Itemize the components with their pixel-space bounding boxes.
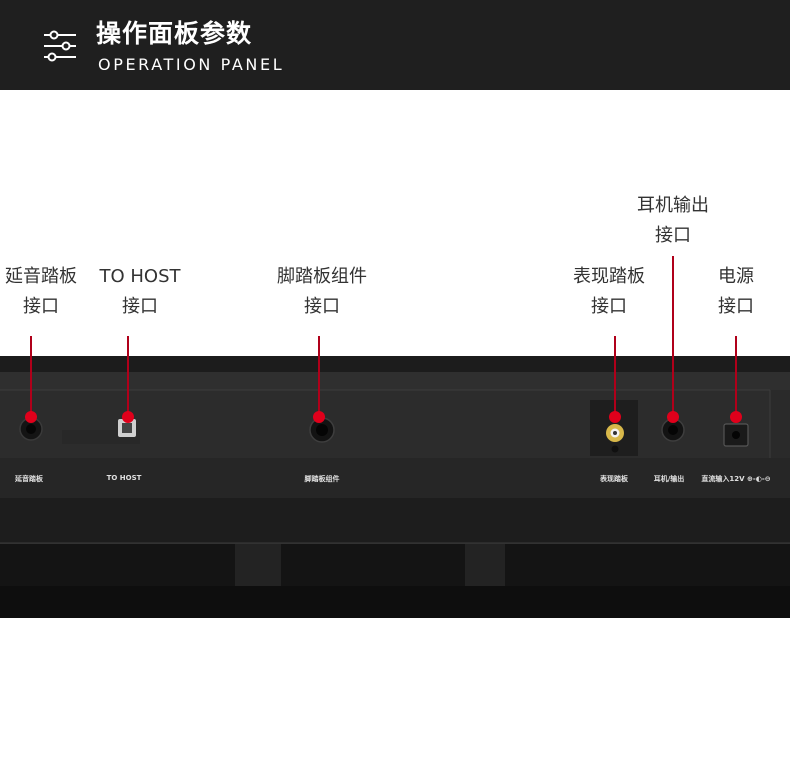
dc-power-jack bbox=[723, 423, 749, 447]
callout-pedalunit: 脚踏板组件 接口 bbox=[277, 262, 367, 322]
callout-expression-line1: 表现踏板 bbox=[573, 266, 645, 287]
callout-tohost-line2: 接口 bbox=[121, 296, 158, 317]
callout-tohost-line1: TO HOST bbox=[99, 266, 181, 287]
operation-panel-photo bbox=[0, 256, 790, 618]
callout-pedalunit-line1: 脚踏板组件 bbox=[277, 266, 367, 287]
callout-tohost: TO HOST 接口 bbox=[99, 262, 180, 322]
callout-power-line1: 电源 bbox=[718, 266, 754, 287]
panel-label-expression: 表现踏板 bbox=[600, 475, 628, 483]
callout-expression-line2: 接口 bbox=[591, 296, 627, 317]
callout-pedalunit-line2: 接口 bbox=[304, 296, 340, 317]
panel-label-tohost: TO HOST bbox=[106, 474, 142, 482]
panel-label-sustain: 延音踏板 bbox=[15, 475, 43, 483]
panel-label-headphone: 耳机/输出 bbox=[653, 475, 685, 483]
callout-headphone: 耳机输出 接口 bbox=[637, 191, 709, 251]
callout-headphone-line2: 接口 bbox=[655, 225, 691, 246]
panel-label-power: 直流输入12V ⊕-◐-⊖ bbox=[701, 475, 771, 483]
callout-headphone-line1: 耳机输出 bbox=[637, 195, 709, 216]
callout-sustain-line1: 延音踏板 bbox=[5, 266, 77, 287]
callout-expression: 表现踏板 接口 bbox=[573, 262, 645, 322]
callout-power: 电源 接口 bbox=[718, 262, 754, 322]
callout-sustain: 延音踏板 接口 bbox=[5, 262, 77, 322]
panel-label-pedalunit: 脚踏板组件 bbox=[304, 475, 340, 483]
callout-power-line2: 接口 bbox=[718, 296, 754, 317]
callout-sustain-line2: 接口 bbox=[23, 296, 59, 317]
